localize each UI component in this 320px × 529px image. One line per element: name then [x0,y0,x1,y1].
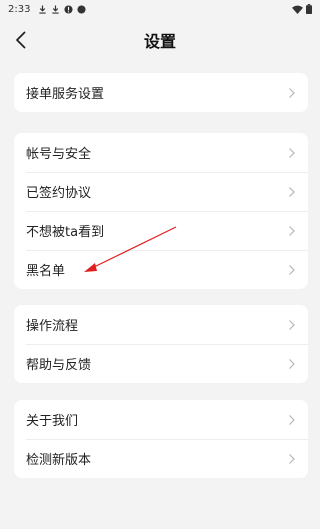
battery-icon [306,4,312,14]
settings-item-blacklist[interactable]: 黑名单 [14,250,308,289]
chevron-right-icon [288,147,296,159]
settings-item-about-us[interactable]: 关于我们 [14,400,308,439]
nav-bar: 设置 [0,22,320,58]
settings-item-signed-agreements[interactable]: 已签约协议 [14,172,308,211]
settings-item-help-feedback[interactable]: 帮助与反馈 [14,344,308,383]
settings-item-label: 检测新版本 [26,453,92,468]
alert-icon [64,4,74,14]
chevron-right-icon [288,87,296,99]
chevron-right-icon [288,319,296,331]
settings-item-label: 操作流程 [26,319,79,334]
chevron-right-icon [288,264,296,276]
chevron-right-icon [288,453,296,465]
settings-item-label: 不想被ta看到 [26,225,105,240]
chevron-left-icon [15,31,25,49]
settings-item-operation-flow[interactable]: 操作流程 [14,305,308,344]
download-icon [39,4,47,14]
status-system-icons [292,4,312,14]
chevron-right-icon [288,225,296,237]
settings-item-label: 帮助与反馈 [26,358,92,373]
download-icon [52,4,60,14]
settings-item-label: 黑名单 [26,264,66,279]
notification-icon [77,4,87,14]
settings-item-label: 接单服务设置 [26,87,105,102]
chevron-right-icon [288,358,296,370]
settings-item-label: 关于我们 [26,414,79,429]
settings-item-order-service[interactable]: 接单服务设置 [14,73,308,112]
settings-group-service: 接单服务设置 [14,73,308,112]
settings-item-label: 已签约协议 [26,186,92,201]
settings-item-hide-from[interactable]: 不想被ta看到 [14,211,308,250]
status-time: 2:33 [8,3,31,15]
back-button[interactable] [10,28,30,52]
settings-group-help: 操作流程 帮助与反馈 [14,305,308,383]
settings-group-account: 帐号与安全 已签约协议 不想被ta看到 黑名单 [14,133,308,289]
status-notification-icons [38,4,87,14]
page-title: 设置 [143,32,176,51]
settings-item-check-update[interactable]: 检测新版本 [14,439,308,478]
settings-group-about: 关于我们 检测新版本 [14,400,308,478]
wifi-icon [292,5,303,14]
chevron-right-icon [288,186,296,198]
settings-item-account-security[interactable]: 帐号与安全 [14,133,308,172]
settings-item-label: 帐号与安全 [26,147,92,162]
status-bar: 2:33 [0,0,320,18]
chevron-right-icon [288,414,296,426]
